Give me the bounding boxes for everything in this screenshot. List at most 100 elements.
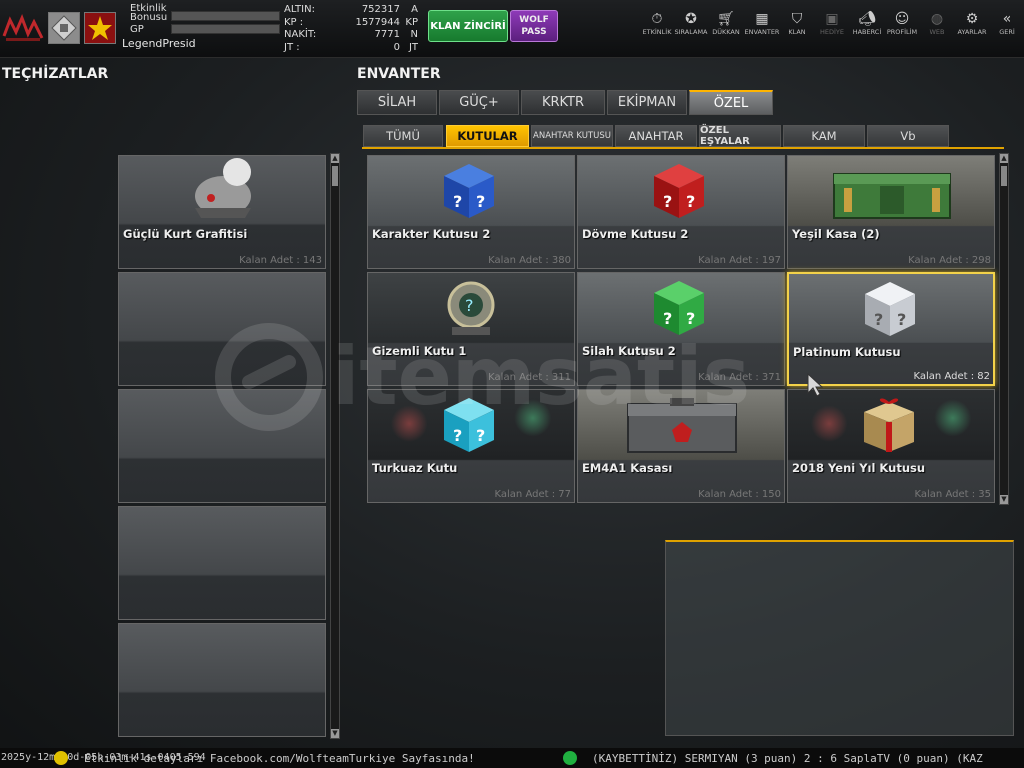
killfeed-text: (KAYBETTİNİZ) SERMIYAN (3 puan) 2 : 6 Sa… xyxy=(592,752,983,765)
item-qty: Kalan Adet : 380 xyxy=(488,255,571,266)
item-card-selected[interactable]: ?? Platinum Kutusu Kalan Adet : 82 xyxy=(787,272,995,386)
wolf-pass-button[interactable]: WOLF PASS xyxy=(510,10,558,42)
nav-klan[interactable]: ⛉ KLAN xyxy=(777,10,817,36)
subtab-tumu[interactable]: TÜMÜ xyxy=(363,125,443,147)
username: LegendPresid xyxy=(122,37,196,50)
cart-icon: 🛒︎ xyxy=(717,11,735,27)
item-title: Karakter Kutusu 2 xyxy=(372,227,491,241)
tab-silah[interactable]: SİLAH xyxy=(357,90,437,115)
item-qty: Kalan Adet : 197 xyxy=(698,255,781,266)
inventory-scrollbar[interactable]: ▲ ▼ xyxy=(999,153,1009,505)
item-title: Dövme Kutusu 2 xyxy=(582,227,689,241)
nav-ayarlar[interactable]: ⚙ AYARLAR xyxy=(952,10,992,36)
item-card[interactable]: Yeşil Kasa (2) Kalan Adet : 298 xyxy=(787,155,995,269)
item-card[interactable]: 2018 Yeni Yıl Kutusu Kalan Adet : 35 xyxy=(787,389,995,503)
scroll-thumb[interactable] xyxy=(332,166,338,186)
bonus-bar xyxy=(171,11,280,21)
item-qty: Kalan Adet : 150 xyxy=(698,489,781,500)
item-qty: Kalan Adet : 82 xyxy=(913,371,990,382)
game-logo-icon xyxy=(2,13,44,41)
equipment-slot-3[interactable] xyxy=(118,389,326,503)
nav-dukkan[interactable]: 🛒︎ DÜKKAN xyxy=(706,10,746,36)
subtab-ozel-esyalar[interactable]: ÖZEL EŞYALAR xyxy=(699,125,781,147)
svg-text:?: ? xyxy=(663,309,672,328)
item-card[interactable]: ?? Dövme Kutusu 2 Kalan Adet : 197 xyxy=(577,155,785,269)
tab-ozel[interactable]: ÖZEL xyxy=(689,90,773,115)
green-crate-icon xyxy=(833,173,951,219)
item-title: EM4A1 Kasası xyxy=(582,461,673,475)
tab-guc[interactable]: GÜÇ+ xyxy=(439,90,519,115)
currency-row-nakit: NAKİT: 7771 N xyxy=(284,29,418,40)
gift-box-icon xyxy=(864,398,914,452)
tab-ekipman[interactable]: EKİPMAN xyxy=(607,90,687,115)
item-card[interactable]: EM4A1 Kasası Kalan Adet : 150 xyxy=(577,389,785,503)
nav-haberci[interactable]: 📣︎ HABERCİ xyxy=(847,10,887,36)
wolf-graffiti-icon xyxy=(195,158,251,218)
item-qty: Kalan Adet : 35 xyxy=(914,489,991,500)
nav-siralama[interactable]: ✪ SIRALAMA xyxy=(671,10,711,36)
nav-profilim[interactable]: ☺ PROFİLİM xyxy=(882,10,922,36)
bottom-bar: 2025y-12m-30d-05h-03m-41s-0405-594 Etkin… xyxy=(0,748,1024,768)
nav-envanter[interactable]: ▦ ENVANTER xyxy=(742,10,782,36)
item-title: Turkuaz Kutu xyxy=(372,461,458,475)
notice-icon xyxy=(54,751,68,765)
svg-text:?: ? xyxy=(453,426,462,445)
megaphone-icon: 📣︎ xyxy=(858,11,876,27)
item-card[interactable]: ?? Turkuaz Kutu Kalan Adet : 77 xyxy=(367,389,575,503)
klan-zinciri-label: KLAN ZİNCİRİ xyxy=(430,20,506,32)
mystery-device-icon: ? xyxy=(447,281,495,335)
equipment-slot-4[interactable] xyxy=(118,506,326,620)
equipment-slot-qty: Kalan Adet : 143 xyxy=(239,255,322,266)
medal-icon: ✪ xyxy=(685,11,697,27)
equipment-slot-2[interactable] xyxy=(118,272,326,386)
back-icon: « xyxy=(1002,11,1012,27)
platinum-question-cube-icon: ?? xyxy=(865,282,915,336)
equipment-slot-5[interactable] xyxy=(118,623,326,737)
item-qty: Kalan Adet : 77 xyxy=(494,489,571,500)
inventory-title: ENVANTER xyxy=(357,66,441,82)
equipment-scrollbar[interactable]: ▲ ▼ xyxy=(330,153,340,739)
blue-question-cube-icon: ?? xyxy=(444,164,494,218)
gp-bar xyxy=(171,24,280,34)
equipment-slot-1[interactable]: Güçlü Kurt Grafitisi Kalan Adet : 143 xyxy=(118,155,326,269)
subtab-vb[interactable]: Vb xyxy=(867,125,949,147)
metal-case-icon xyxy=(627,398,737,453)
scroll-up-icon[interactable]: ▲ xyxy=(1000,154,1008,163)
currency-panel: ALTIN: 752317 A KP :1577944 KP NAKİT: 7771 N … xyxy=(284,4,422,56)
subtab-kam[interactable]: KAM xyxy=(783,125,865,147)
scroll-down-icon[interactable]: ▼ xyxy=(331,729,339,738)
nav-hediye[interactable]: ▣ HEDİYE xyxy=(812,10,852,36)
rank-badge-icon xyxy=(48,12,80,44)
currency-row-kp: KP :1577944 KP xyxy=(284,16,418,28)
notice-text: Etkinlik detayları Facebook.com/Wolfteam… xyxy=(84,752,475,765)
subtab-anahtar-kutusu[interactable]: ANAHTAR KUTUSU xyxy=(531,125,613,147)
svg-text:?: ? xyxy=(476,426,485,445)
gear-icon: ⚙ xyxy=(965,11,979,27)
subtab-kutular[interactable]: KUTULAR xyxy=(446,125,529,147)
globe-icon: ◍ xyxy=(930,11,944,27)
scroll-down-icon[interactable]: ▼ xyxy=(1000,495,1008,504)
currency-row-altin: ALTIN: 752317 A xyxy=(284,4,418,15)
svg-text:?: ? xyxy=(663,192,672,211)
turquoise-question-cube-icon: ?? xyxy=(444,398,494,452)
item-card[interactable]: ? Gizemli Kutu 1 Kalan Adet : 311 xyxy=(367,272,575,386)
top-bar: Etkinlik Bonusu GP LegendPresid ALTIN: 75… xyxy=(0,0,1024,58)
tab-krktr[interactable]: KRKTR xyxy=(521,90,605,115)
mouse-cursor-icon xyxy=(807,373,823,397)
svg-text:?: ? xyxy=(465,296,474,315)
item-card[interactable]: ?? Karakter Kutusu 2 Kalan Adet : 380 xyxy=(367,155,575,269)
scroll-thumb[interactable] xyxy=(1001,166,1007,186)
nav-web[interactable]: ◍ WEB xyxy=(917,10,957,36)
scroll-up-icon[interactable]: ▲ xyxy=(331,154,339,163)
svg-text:?: ? xyxy=(686,192,695,211)
svg-text:?: ? xyxy=(453,192,462,211)
subtab-anahtar[interactable]: ANAHTAR xyxy=(615,125,697,147)
profile-icon: ☺ xyxy=(894,11,910,27)
equipment-slot-title: Güçlü Kurt Grafitisi xyxy=(123,227,248,241)
gift-icon: ▣ xyxy=(825,11,839,27)
item-card[interactable]: ?? Silah Kutusu 2 Kalan Adet : 371 xyxy=(577,272,785,386)
klan-zinciri-button[interactable]: KLAN ZİNCİRİ xyxy=(428,10,508,42)
red-question-cube-icon: ?? xyxy=(654,164,704,218)
equipment-title: TEÇHİZATLAR xyxy=(2,66,109,82)
nav-geri[interactable]: «GERİ xyxy=(987,10,1024,36)
